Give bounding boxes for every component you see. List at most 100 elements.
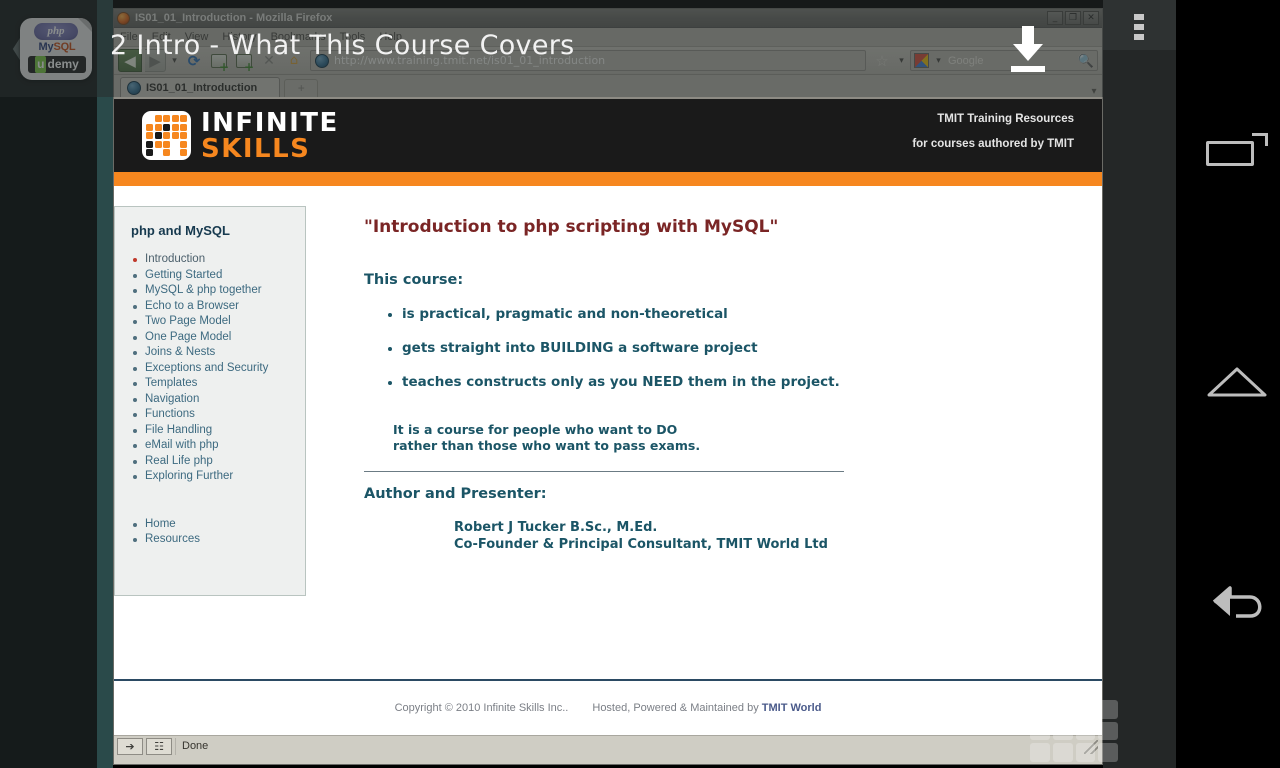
close-button[interactable]: ✕ — [1083, 11, 1099, 25]
course-note: It is a course for people who want to DO… — [393, 422, 1102, 454]
maximize-button[interactable]: ❐ — [1065, 11, 1081, 25]
resize-grip[interactable] — [1084, 739, 1098, 754]
sidebar-item-joins-nests[interactable]: Joins & Nests — [131, 345, 305, 361]
back-icon-shape — [1212, 586, 1262, 618]
content-divider — [364, 471, 844, 472]
sidebar-item-mysql-php-together[interactable]: MySQL & php together — [131, 283, 305, 299]
tab-list-icon[interactable]: ▾ — [1086, 86, 1102, 97]
status-text: Done — [175, 738, 1081, 755]
footer-inner: Copyright © 2010 Infinite Skills Inc.. H… — [395, 702, 822, 714]
course-bullet-1: is practical, pragmatic and non-theoreti… — [364, 306, 1102, 322]
window-title: IS01_01_Introduction - Mozilla Firefox — [135, 12, 333, 24]
page-sidebar: php and MySQL Introduction Getting Start… — [114, 206, 306, 596]
php-badge: php — [34, 23, 78, 40]
app-side-panel — [1103, 50, 1176, 768]
footer-copyright: Copyright © 2010 Infinite Skills Inc.. — [394, 702, 569, 714]
firefox-icon — [117, 11, 130, 25]
orange-divider-bar — [114, 172, 1102, 186]
home-icon-shape — [1207, 367, 1267, 397]
sidebar-item-real-life-php[interactable]: Real Life php — [131, 454, 305, 470]
search-engine-dropdown-icon[interactable]: ▾ — [933, 50, 944, 72]
bookmark-star-icon[interactable]: ☆ — [871, 50, 893, 72]
infinite-skills-logo[interactable]: INFINITE SKILLS — [142, 110, 339, 162]
course-bullet-2: gets straight into BUILDING a software p… — [364, 340, 1102, 356]
footer-hosted-prefix: Hosted, Powered & Maintained by — [592, 702, 762, 714]
udemy-u: u — [35, 56, 47, 73]
author-name-line: Robert J Tucker B.Sc., M.Ed. — [454, 520, 658, 535]
search-magnifier-icon[interactable]: 🔍 — [1078, 53, 1094, 69]
bookmark-dropdown-icon[interactable]: ▾ — [896, 50, 907, 72]
this-course-heading: This course: — [364, 272, 464, 288]
firefox-window: IS01_01_Introduction - Mozilla Firefox _… — [113, 8, 1103, 765]
footer-hosted-brand[interactable]: TMIT World — [762, 702, 822, 714]
sidebar-item-introduction[interactable]: Introduction — [131, 252, 305, 268]
video-left-teal-strip — [97, 0, 113, 768]
sidebar-link-list: Home Resources — [131, 517, 305, 548]
site-footer: Copyright © 2010 Infinite Skills Inc.. H… — [114, 679, 1102, 735]
course-note-line2: rather than those who want to pass exams… — [393, 438, 701, 453]
udemy-rest: demy — [47, 57, 79, 71]
page-viewport: INFINITE SKILLS TMIT Training Resources … — [114, 98, 1102, 735]
sidebar-item-echo-to-a-browser[interactable]: Echo to a Browser — [131, 299, 305, 315]
video-title: 2 Intro - What This Course Covers — [110, 30, 575, 61]
sidebar-title: php and MySQL — [131, 223, 230, 238]
sidebar-item-file-handling[interactable]: File Handling — [131, 423, 305, 439]
mysql-sql: SQL — [53, 41, 76, 53]
back-icon[interactable] — [1206, 580, 1268, 630]
header-tagline-line1: TMIT Training Resources — [937, 113, 1074, 125]
header-tagline: TMIT Training Resources for courses auth… — [912, 113, 1074, 163]
android-nav-bar — [1176, 0, 1280, 768]
screen-root: ❮ php MySQL udemy IS01_01_Introduction -… — [0, 0, 1280, 768]
page-title: "Introduction to php scripting with MySQ… — [364, 217, 779, 237]
google-icon[interactable] — [914, 53, 929, 68]
overflow-menu-icon[interactable] — [1134, 14, 1144, 40]
mysql-my: My — [38, 41, 54, 53]
tab-bar: IS01_01_Introduction + ▾ — [114, 75, 1102, 98]
author-role-line: Co-Founder & Principal Consultant, TMIT … — [454, 537, 828, 552]
search-box[interactable]: ▾ Google 🔍 — [910, 50, 1098, 71]
sidebar-topic-list: Introduction Getting Started MySQL & php… — [131, 252, 305, 485]
logo-grid-icon — [142, 111, 191, 160]
sidebar-item-functions[interactable]: Functions — [131, 407, 305, 423]
mysql-badge: MySQL — [30, 41, 84, 53]
thumbnail-corner-fold — [78, 18, 92, 32]
sidebar-item-navigation[interactable]: Navigation — [131, 392, 305, 408]
sidebar-item-templates[interactable]: Templates — [131, 376, 305, 392]
home-icon[interactable] — [1206, 365, 1268, 397]
page-main-content: "Introduction to php scripting with MySQ… — [306, 206, 1102, 650]
logo-wordmark: INFINITE SKILLS — [201, 110, 339, 162]
sidebar-item-exploring-further[interactable]: Exploring Further — [131, 469, 305, 485]
course-note-line1: It is a course for people who want to DO — [393, 422, 678, 437]
window-titlebar[interactable]: IS01_01_Introduction - Mozilla Firefox _… — [114, 9, 1102, 28]
minimize-button[interactable]: _ — [1047, 11, 1063, 25]
download-icon[interactable] — [1008, 26, 1048, 72]
logo-line-skills: SKILLS — [201, 133, 311, 164]
course-bullet-3: teaches constructs only as you NEED them… — [364, 374, 1102, 390]
page-body: php and MySQL Introduction Getting Start… — [114, 186, 1102, 650]
author-details: Robert J Tucker B.Sc., M.Ed. Co-Founder … — [454, 519, 1102, 553]
site-header: INFINITE SKILLS TMIT Training Resources … — [114, 99, 1102, 172]
course-bullet-list: is practical, pragmatic and non-theoreti… — [364, 306, 1102, 390]
sidebar-item-getting-started[interactable]: Getting Started — [131, 268, 305, 284]
sidebar-item-exceptions-security[interactable]: Exceptions and Security — [131, 361, 305, 377]
recents-icon[interactable] — [1206, 133, 1268, 169]
tab-favicon — [127, 80, 141, 95]
sidebar-item-email-with-php[interactable]: eMail with php — [131, 438, 305, 454]
tab-is01-introduction[interactable]: IS01_01_Introduction — [120, 77, 281, 97]
udemy-badge: u demy — [28, 56, 86, 73]
sidebar-item-one-page-model[interactable]: One Page Model — [131, 330, 305, 346]
new-tab-button[interactable]: + — [284, 79, 319, 97]
window-controls: _ ❐ ✕ — [1047, 11, 1099, 25]
logo-line-infinite: INFINITE — [201, 107, 339, 138]
sidebar-item-resources[interactable]: Resources — [131, 532, 305, 548]
course-thumbnail[interactable]: php MySQL u demy — [20, 18, 92, 80]
pointer-icon[interactable]: ➔ — [117, 738, 143, 755]
ruler-icon[interactable]: ☷ — [146, 738, 172, 755]
header-tagline-line2: for courses authored by TMIT — [912, 138, 1074, 150]
tab-label: IS01_01_Introduction — [146, 81, 258, 94]
sidebar-item-two-page-model[interactable]: Two Page Model — [131, 314, 305, 330]
status-bar: ➔ ☷ Done — [114, 735, 1102, 757]
sidebar-item-home[interactable]: Home — [131, 517, 305, 533]
author-heading: Author and Presenter: — [364, 486, 547, 502]
